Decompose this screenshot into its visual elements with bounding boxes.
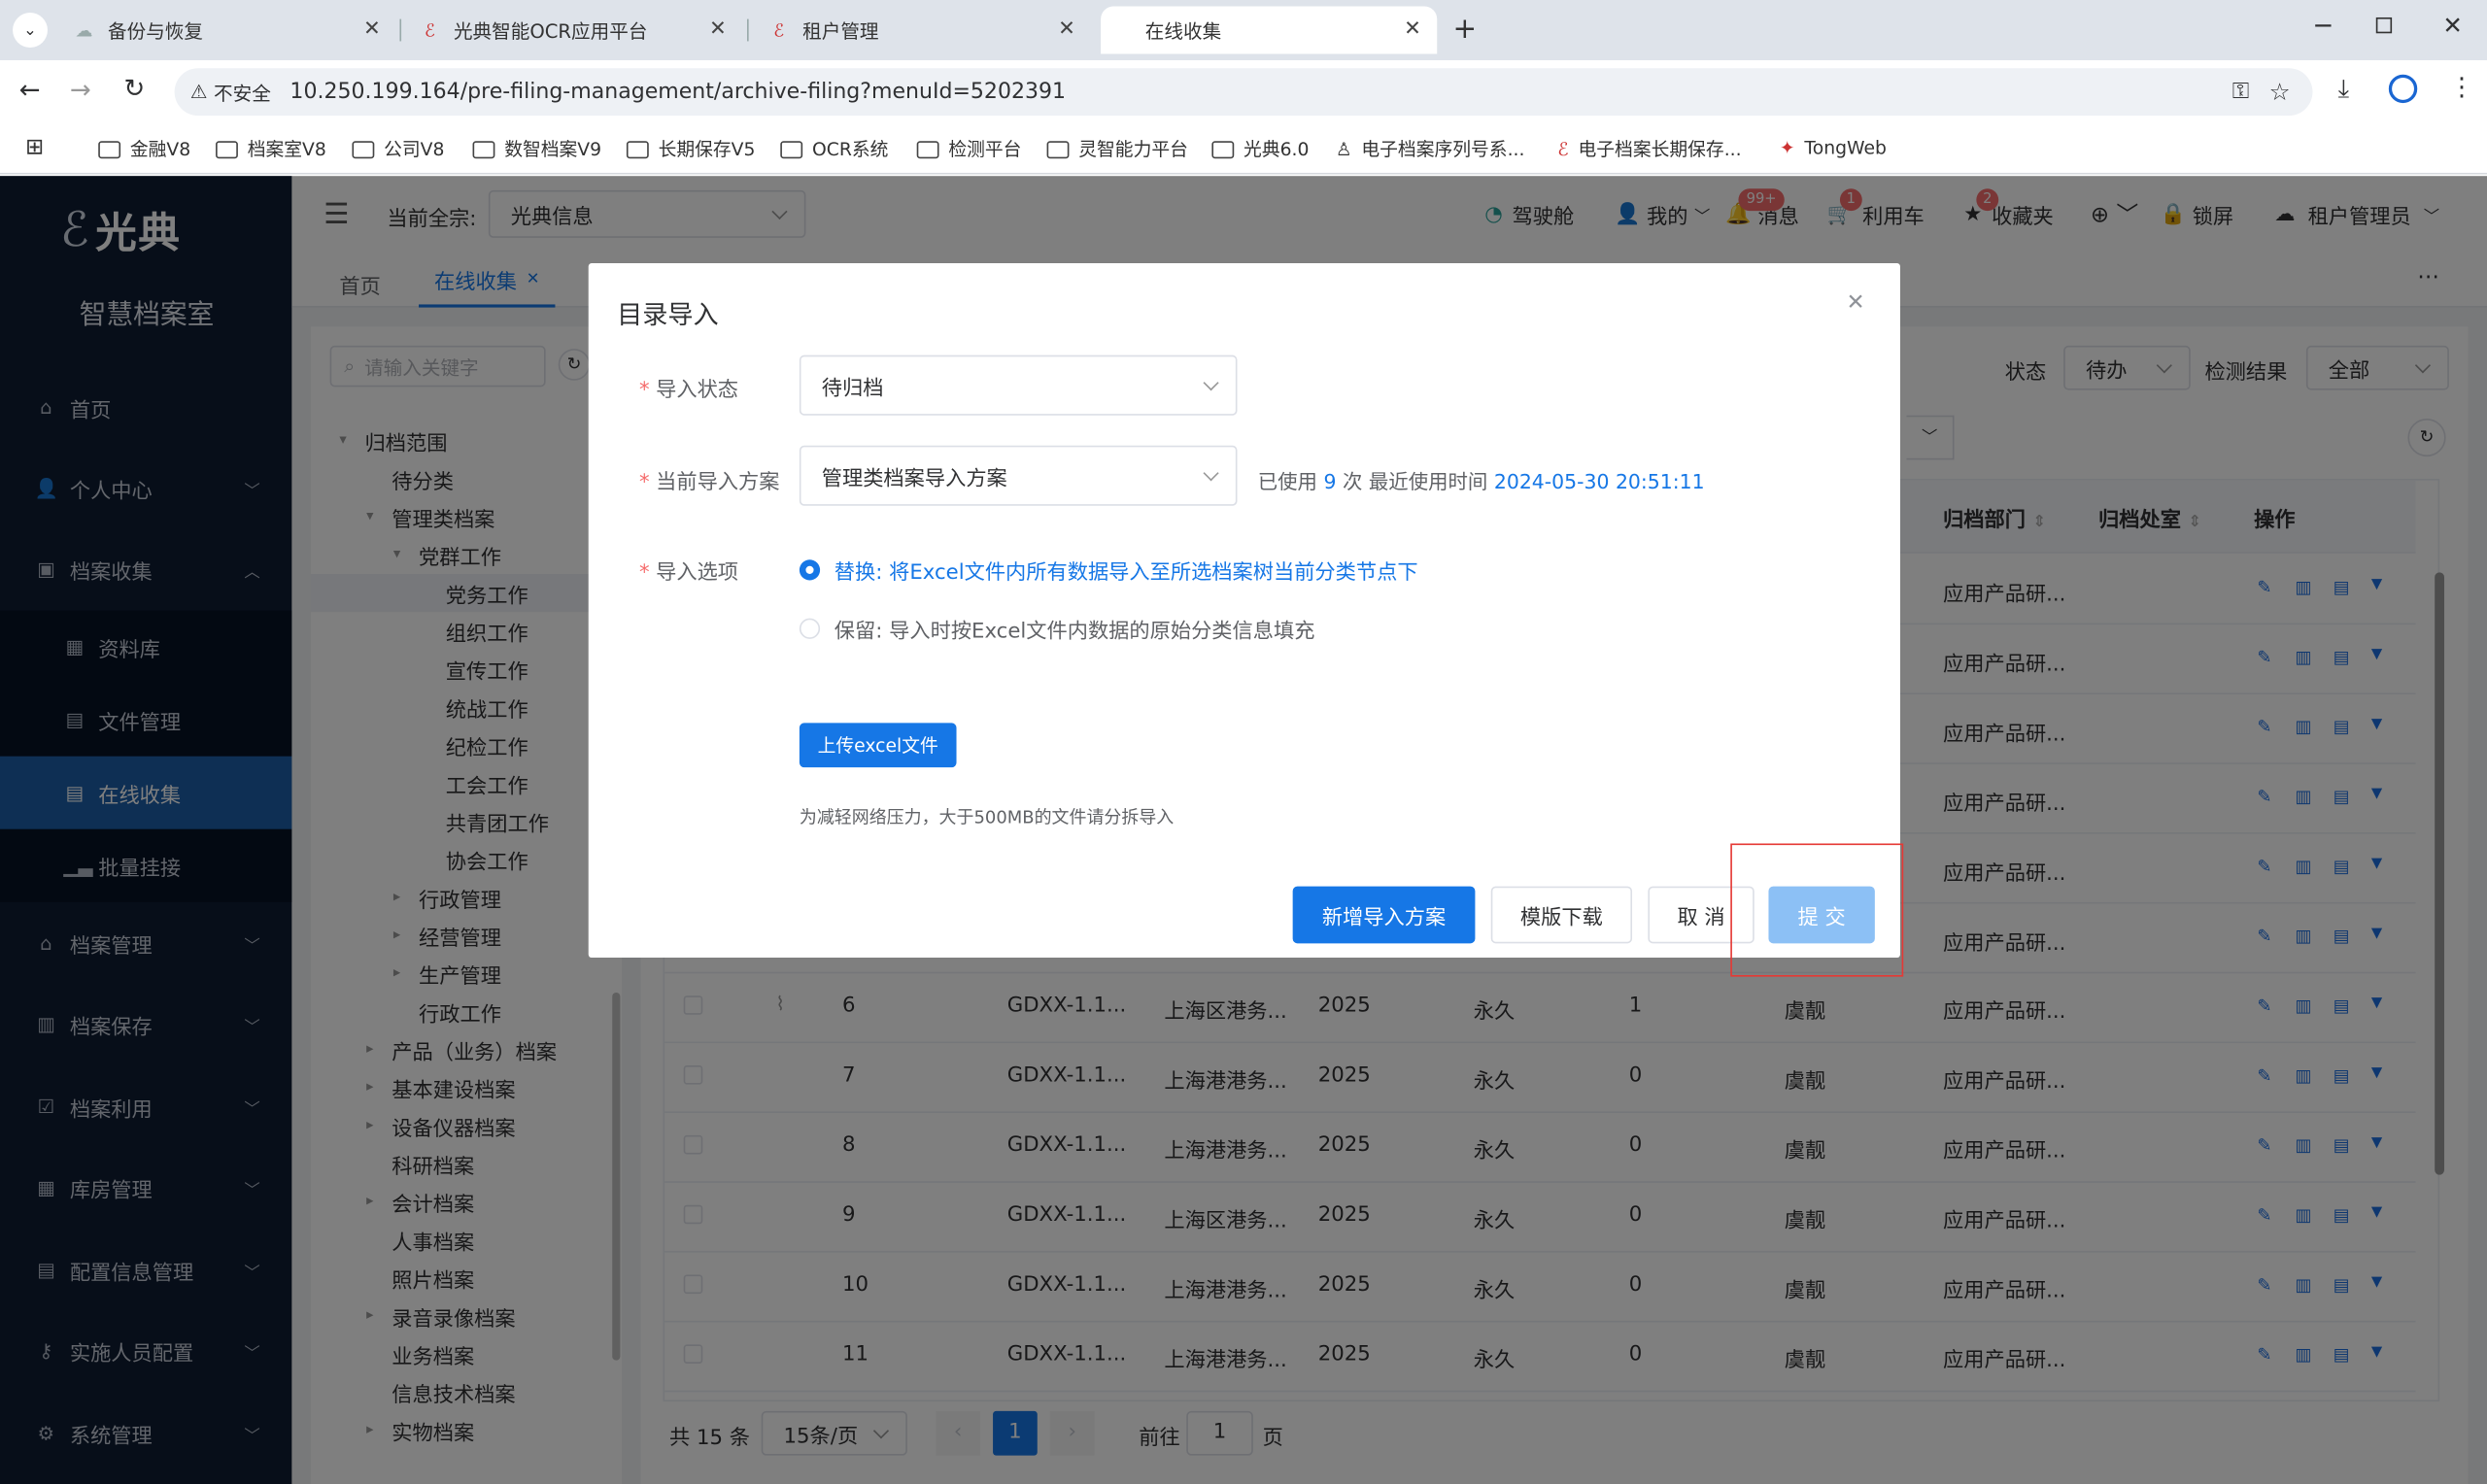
bookmark-item[interactable]: ℰ 电子档案长期保存... (1557, 136, 1741, 161)
tab-separator (747, 18, 749, 42)
scheme-usage-info: 已使用 9 次 最近使用时间 2024-05-30 20:51:11 (1257, 469, 1705, 493)
apps-grid-icon[interactable]: ⊞ (25, 135, 44, 160)
tab-favicon-icon: ℰ (425, 19, 435, 41)
forward-icon[interactable]: → (70, 75, 91, 105)
browser-tab[interactable]: ℰ 光典智能OCR应用平台 ✕ (403, 7, 742, 54)
browser-tab-active[interactable]: 在线收集 ✕ (1101, 6, 1438, 54)
template-download-button[interactable]: 模版下载 (1490, 886, 1633, 944)
password-key-icon[interactable]: ⚿ (2232, 80, 2249, 105)
more-menu-icon[interactable]: ⋮ (2449, 71, 2474, 101)
tab-separator (399, 18, 402, 42)
status-label: * 导入状态 (638, 379, 739, 403)
profile-icon[interactable] (2388, 74, 2418, 104)
warning-icon: ⚠ (189, 81, 208, 104)
bookmark-item[interactable]: 检测平台 (916, 136, 1021, 161)
folder-icon (216, 140, 238, 158)
bookmark-item[interactable]: 光典6.0 (1211, 136, 1309, 161)
browser-tab-bar: ⌄ ☁ 备份与恢复 ✕ ℰ 光典智能OCR应用平台 ✕ ℰ 租户管理 ✕ 在线收… (0, 0, 2487, 61)
tab-favicon-icon: ☁ (75, 19, 93, 41)
folder-icon (1046, 140, 1070, 158)
site-icon: ℰ (1557, 138, 1569, 160)
option-keep-radio[interactable]: 保留: 导入时按Excel文件内数据的原始分类信息填充 (799, 614, 1314, 644)
bookmark-item[interactable]: 金融V8 (98, 136, 190, 161)
folder-icon (352, 140, 375, 158)
browser-tab[interactable]: ☁ 备份与恢复 ✕ (57, 7, 396, 54)
bookmark-item[interactable]: 档案室V8 (216, 136, 326, 161)
folder-icon (472, 140, 495, 158)
url-omnibox[interactable]: ⚠ 不安全 10.250.199.164/pre-filing-manageme… (174, 68, 2313, 117)
tab-close-icon[interactable]: ✕ (1404, 17, 1421, 41)
bookmark-item[interactable]: ✦ TongWeb (1780, 136, 1887, 158)
dialog-title: 目录导入 (617, 299, 719, 330)
usage-count: 9 (1323, 469, 1337, 493)
security-label: 不安全 (214, 82, 271, 104)
bookmarks-bar: ⊞ 金融V8 档案室V8 公司V8 数智档案V9 长期保存V5 OCR系统 检测… (0, 123, 2487, 175)
reload-icon[interactable]: ↻ (123, 73, 145, 103)
import-dialog: 目录导入 ✕ * 导入状态 待归档 * 当前导入方案 管理类档案导入方案 已使用 9… (588, 262, 1900, 959)
folder-icon (780, 140, 803, 158)
tab-list-dropdown-icon[interactable]: ⌄ (13, 13, 48, 48)
scheme-label: * 当前导入方案 (638, 470, 780, 495)
folder-icon (1211, 140, 1235, 158)
url-text[interactable]: 10.250.199.164/pre-filing-management/arc… (290, 80, 1066, 105)
bookmark-item[interactable]: 灵智能力平台 (1046, 136, 1188, 161)
bookmark-item[interactable]: 数智档案V9 (472, 136, 601, 161)
highlight-box (1730, 843, 1904, 977)
tab-close-icon[interactable]: ✕ (1058, 17, 1075, 41)
site-icon: ✦ (1779, 136, 1795, 159)
import-scheme-select[interactable]: 管理类档案导入方案 (799, 445, 1238, 506)
folder-icon (626, 140, 649, 158)
options-label: * 导入选项 (638, 560, 739, 586)
upload-excel-button[interactable]: 上传excel文件 (799, 723, 957, 768)
bookmark-item[interactable]: 公司V8 (352, 136, 444, 161)
option-replace-radio[interactable]: 替换: 将Excel文件内所有数据导入至所选档案树当前分类节点下 (799, 555, 1418, 585)
address-bar: ← → ↻ ⚠ 不安全 10.250.199.164/pre-filing-ma… (0, 60, 2487, 124)
radio-checked-icon (799, 559, 821, 581)
browser-tab[interactable]: ℰ 租户管理 ✕ (752, 7, 1091, 54)
folder-icon (916, 140, 939, 158)
close-window-icon[interactable]: ✕ (2442, 11, 2463, 39)
tab-favicon-icon: ℰ (773, 19, 785, 41)
folder-icon (98, 140, 121, 158)
restore-icon[interactable] (2375, 17, 2393, 34)
bookmark-item[interactable]: ♙ 电子档案序列号系... (1336, 136, 1525, 161)
minimize-icon[interactable]: − (2312, 10, 2334, 40)
back-icon[interactable]: ← (19, 75, 41, 105)
download-icon[interactable]: ⤓ (2338, 73, 2350, 105)
new-scheme-button[interactable]: 新增导入方案 (1292, 886, 1476, 944)
bookmark-item[interactable]: OCR系统 (780, 136, 888, 161)
radio-unchecked-icon (799, 618, 821, 639)
upload-hint: 为减轻网络压力，大于500MB的文件请分拆导入 (799, 806, 1175, 828)
site-icon: ♙ (1335, 138, 1352, 160)
import-status-select[interactable]: 待归档 (799, 354, 1238, 416)
tab-close-icon[interactable]: ✕ (709, 17, 727, 41)
bookmark-item[interactable]: 长期保存V5 (626, 136, 755, 161)
tab-close-icon[interactable]: ✕ (363, 17, 381, 41)
new-tab-icon[interactable]: + (1453, 13, 1478, 46)
dialog-close-icon[interactable]: ✕ (1846, 290, 1864, 316)
star-icon[interactable]: ☆ (2269, 78, 2291, 106)
usage-time: 2024-05-30 20:51:11 (1493, 469, 1705, 493)
